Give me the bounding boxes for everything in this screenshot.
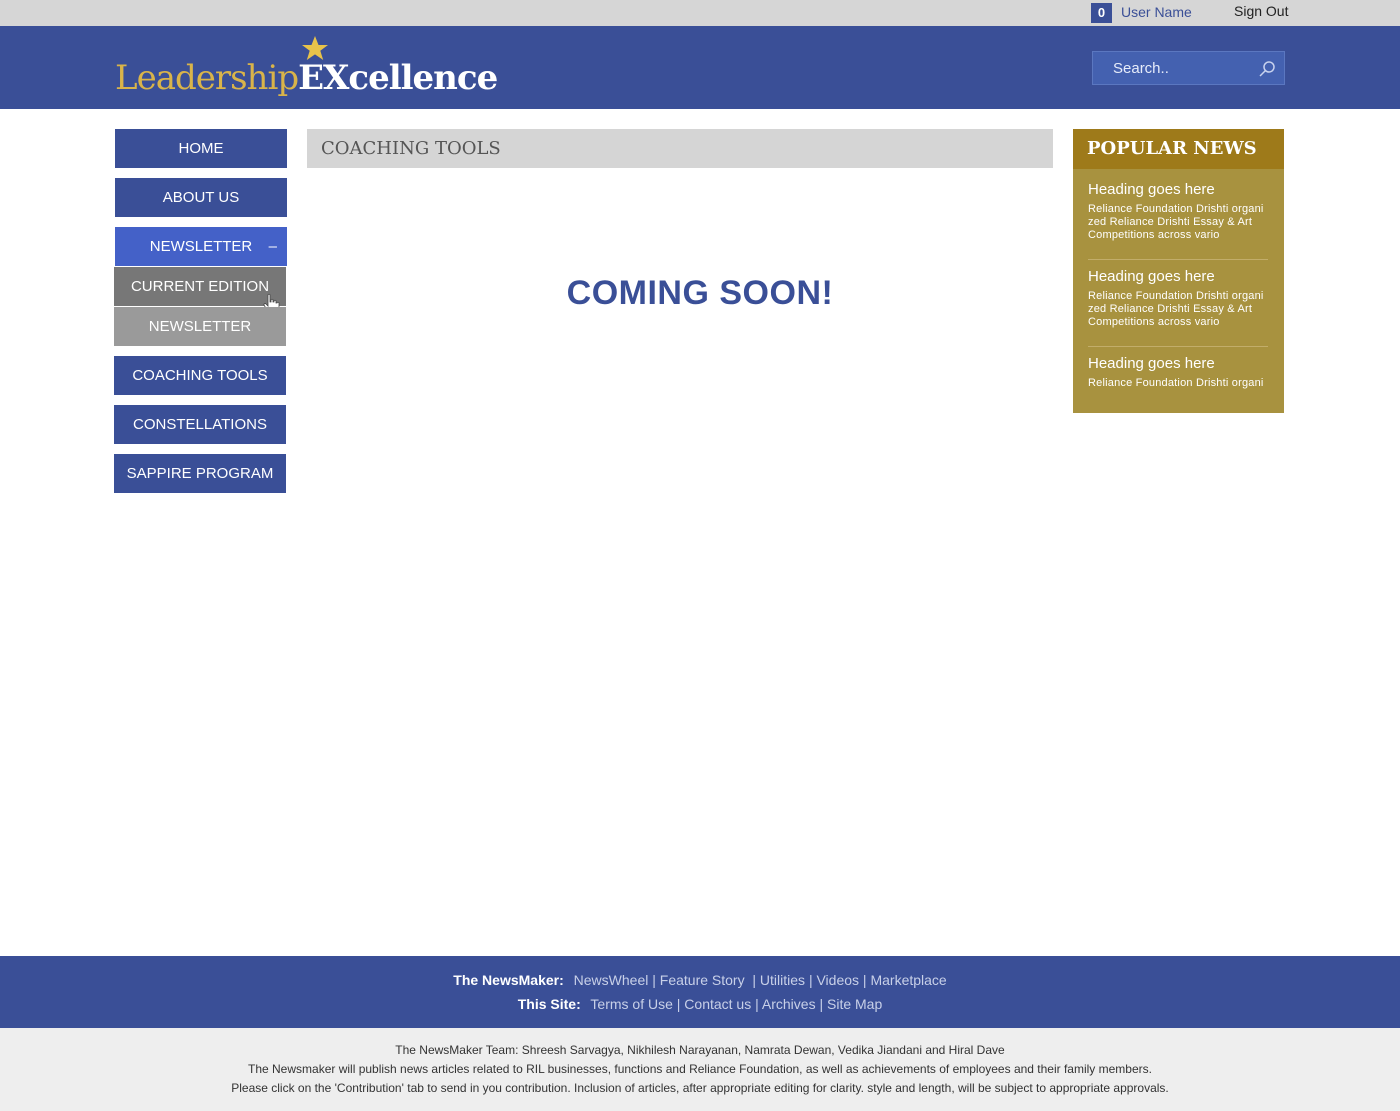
collapse-icon[interactable]: – [269,227,277,266]
footer-team-text: The NewsMaker Team: Shreesh Sarvagya, Ni… [395,1043,1005,1057]
logo-text: LeadershipEXcellence [115,58,498,98]
news-divider [1088,259,1268,260]
popular-news-title: POPULAR NEWS [1087,138,1257,159]
news-item[interactable]: Heading goes here Reliance Foundation Dr… [1088,181,1268,242]
notification-count-badge[interactable]: 0 [1091,3,1112,23]
news-heading[interactable]: Heading goes here [1088,181,1268,198]
footer-contribute-text: Please click on the 'Contribution' tab t… [231,1081,1169,1095]
footer-separator: | [748,972,757,988]
logo-leadership: Leadership [115,58,299,98]
coming-soon-message: COMING SOON! [566,274,834,312]
footer-link-site-map[interactable]: Site Map [827,996,882,1012]
footer-link-contact[interactable]: Contact us [684,996,751,1012]
footer-site-label: This Site: [517,996,581,1012]
footer-separator: | [652,972,656,988]
nav-current-edition-label: CURRENT EDITION [130,278,270,295]
footer-link-utilities[interactable]: Utilities [760,972,805,988]
search-box [1092,51,1285,85]
footer-info: The NewsMaker Team: Shreesh Sarvagya, Ni… [0,1028,1400,1111]
footer-link-archives[interactable]: Archives [762,996,816,1012]
news-heading[interactable]: Heading goes here [1088,355,1268,372]
footer-separator: | [808,972,813,988]
nav-newsletter-archive[interactable]: NEWSLETTER ARCHIVE [114,307,286,374]
search-input[interactable] [1093,52,1253,84]
footer-link-marketplace[interactable]: Marketplace [870,972,946,988]
footer-link-newswheel[interactable]: NewsWheel [574,972,649,988]
footer-about-text: The Newsmaker will publish news articles… [248,1062,1152,1076]
sign-out-link[interactable]: Sign Out [1234,3,1288,19]
nav-current-edition[interactable]: CURRENT EDITION [114,267,286,314]
top-utility-bar: 0 User Name Sign Out [0,0,1400,26]
nav-about-us[interactable]: ABOUT US [115,178,287,217]
footer-separator: | [862,972,867,988]
news-divider [1088,346,1268,347]
footer-link-feature-story[interactable]: Feature Story [660,972,745,988]
news-item[interactable]: Heading goes here Reliance Foundation Dr… [1088,355,1268,390]
footer-separator: | [755,996,759,1012]
logo-excellence: EXcellence [298,58,498,98]
site-header: LeadershipEXcellence [0,26,1400,109]
page-title: COACHING TOOLS [321,138,501,159]
nav-home[interactable]: HOME [115,129,287,168]
popular-news-panel: POPULAR NEWS Heading goes here Reliance … [1073,129,1284,413]
nav-newsletter-label: NEWSLETTER [149,238,253,255]
site-logo[interactable]: LeadershipEXcellence [115,34,498,102]
footer-separator: | [819,996,824,1012]
news-heading[interactable]: Heading goes here [1088,268,1268,285]
news-excerpt: Reliance Foundation Drishti organi [1088,377,1264,389]
search-icon[interactable] [1258,60,1276,78]
content-header: COACHING TOOLS [307,129,1053,168]
footer-newsmaker-label: The NewsMaker: [453,972,564,988]
footer-newsmaker-links: The NewsMaker: NewsWheel | Feature Story… [0,972,1400,988]
footer-link-terms[interactable]: Terms of Use [590,996,672,1012]
user-name-link[interactable]: User Name [1121,4,1192,20]
nav-newsletter[interactable]: NEWSLETTER – [115,227,287,266]
footer-site-links: This Site: Terms of Use | Contact us | A… [0,996,1400,1012]
popular-news-header: POPULAR NEWS [1073,129,1284,169]
nav-coaching-tools[interactable]: COACHING TOOLS [114,356,286,395]
nav-sappire-program[interactable]: SAPPIRE PROGRAM [114,454,286,493]
footer-link-videos[interactable]: Videos [816,972,859,988]
site-footer: The NewsMaker: NewsWheel | Feature Story… [0,956,1400,1028]
news-excerpt: Reliance Foundation Drishti organi zed R… [1088,290,1264,328]
nav-constellations[interactable]: CONSTELLATIONS [114,405,286,444]
news-item[interactable]: Heading goes here Reliance Foundation Dr… [1088,268,1268,329]
news-excerpt: Reliance Foundation Drishti organi zed R… [1088,203,1264,241]
footer-separator: | [676,996,681,1012]
